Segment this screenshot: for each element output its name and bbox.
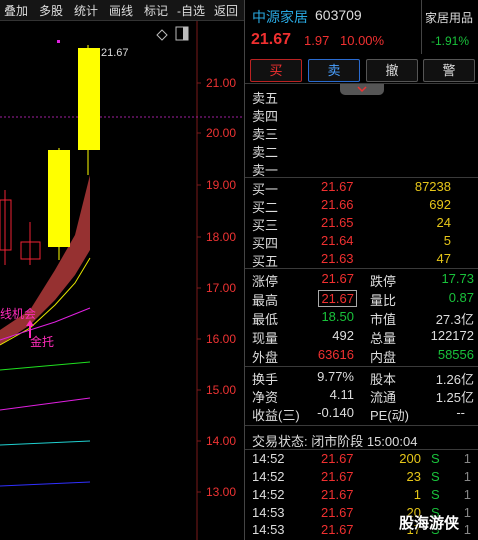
limit-down-value: 17.73	[441, 271, 474, 286]
ma60-line	[0, 440, 91, 446]
diamond-icon	[156, 29, 168, 41]
stats-row: 最低 18.50 市值 27.3亿	[252, 309, 474, 327]
ma120-line	[0, 481, 91, 487]
pe-value: --	[456, 405, 465, 420]
toolbar-multi-stock[interactable]: 多股	[39, 2, 63, 19]
bid-price: 21.67	[321, 179, 354, 194]
signal-label: 金托	[30, 335, 55, 349]
ask-row[interactable]: 卖二	[245, 142, 478, 160]
ask-row[interactable]: 卖四	[245, 106, 478, 124]
alert-button[interactable]: 警	[423, 59, 475, 82]
stats-row: 净资 4.11 流通 1.25亿	[252, 387, 474, 405]
price-tick: 16.00	[206, 332, 237, 346]
bid-volume: 692	[429, 197, 451, 212]
ma20-line	[0, 361, 91, 371]
share-capital-value: 1.26亿	[435, 372, 474, 387]
bid-volume: 24	[436, 215, 451, 230]
toolbar-draw-line[interactable]: 画线	[109, 2, 133, 19]
high-price-label: 21.67	[101, 47, 129, 59]
stats-row: 最高 21.67 量比 0.87	[252, 290, 474, 308]
price-tick: 13.00	[206, 485, 237, 499]
ma30-line	[0, 397, 91, 411]
last-price: 21.67	[251, 31, 292, 48]
tick-row: 14:52 21.67 23 S 1	[252, 469, 471, 484]
bid-price: 21.63	[321, 251, 354, 266]
low-value: 18.50	[321, 309, 354, 324]
toolbar-overlay[interactable]: 叠加	[4, 2, 28, 19]
total-volume-value: 122172	[430, 328, 474, 343]
buy-button[interactable]: 买	[250, 59, 302, 82]
stats-row: 现量 492 总量 122172	[252, 328, 474, 346]
bid-row[interactable]: 买二 21.66 692	[245, 197, 478, 215]
ask-row[interactable]: 卖五	[245, 88, 478, 106]
price-tick: 19.00	[206, 178, 237, 192]
sector-change: -1.91%	[431, 34, 470, 48]
turnover-value: 9.77%	[317, 369, 354, 384]
limit-up-value: 21.67	[321, 271, 354, 286]
price-tick: 20.00	[206, 126, 237, 140]
stock-name[interactable]: 中源家居	[252, 7, 308, 27]
inner-volume-value: 58556	[437, 347, 474, 362]
kline-chart[interactable]: 叠加 多股 统计 画线 标记 -自选 返回 21.00 20.00 19.00 …	[0, 0, 244, 540]
panel-toggle-icon	[175, 26, 189, 41]
eps-value: -0.140	[317, 405, 354, 420]
candle	[0, 190, 12, 265]
net-assets-value: 4.11	[329, 387, 354, 402]
quote-panel: 中源家居 603709 家居用品 -1.91% 21.67 1.97 10.00…	[244, 0, 478, 540]
toolbar-back[interactable]: 返回	[214, 2, 238, 19]
float-shares-value: 1.25亿	[435, 390, 474, 405]
bid-price: 21.65	[321, 215, 354, 230]
stats-row: 收益(三) -0.140 PE(动) --	[252, 405, 465, 423]
price-tick: 18.00	[206, 230, 237, 244]
ask-row[interactable]: 卖一	[245, 160, 478, 178]
signal-label: 线机会	[0, 307, 37, 321]
sector-name: 家居用品	[425, 11, 474, 25]
stats-row: 涨停 21.67 跌停 17.73	[252, 271, 474, 289]
bid-row[interactable]: 买四 21.64 5	[245, 233, 478, 251]
tick-row: 14:52 21.67 200 S 1	[252, 451, 471, 466]
price-change-pct: 10.00%	[340, 33, 385, 48]
price-tick: 14.00	[206, 434, 237, 448]
chart-toolbar: 叠加 多股 统计 画线 标记 -自选 返回	[0, 0, 244, 21]
market-cap-value: 27.3亿	[435, 312, 474, 327]
bid-price: 21.66	[321, 197, 354, 212]
trade-status: 交易状态: 闭市阶段 15:00:04	[252, 434, 418, 449]
toolbar-statistics[interactable]: 统计	[74, 2, 98, 19]
candle	[48, 148, 70, 260]
bid-row[interactable]: 买三 21.65 24	[245, 215, 478, 233]
sell-button[interactable]: 卖	[308, 59, 360, 82]
tick-row: 14:52 21.67 1 S 1	[252, 487, 471, 502]
price-tick: 15.00	[206, 383, 237, 397]
vol-ratio-value: 0.87	[448, 290, 474, 305]
toolbar-watchlist[interactable]: -自选	[177, 2, 205, 19]
outer-volume-value: 63616	[317, 347, 354, 362]
high-value: 21.67	[318, 290, 357, 307]
candle	[78, 45, 100, 175]
cancel-order-button[interactable]: 撤	[366, 59, 418, 82]
price-tick: 21.00	[206, 76, 237, 90]
stock-code: 603709	[315, 7, 362, 23]
bid-volume: 47	[436, 251, 451, 266]
candle	[20, 222, 41, 265]
sector-box[interactable]: 家居用品 -1.91%	[421, 0, 478, 54]
current-volume-value: 492	[332, 328, 354, 343]
bid-volume: 5	[443, 233, 451, 248]
price-tick: 17.00	[206, 281, 237, 295]
bid-volume: 87238	[414, 179, 451, 194]
ask-row[interactable]: 卖三	[245, 124, 478, 142]
bid-price: 21.64	[321, 233, 354, 248]
bid-row[interactable]: 买五 21.63 47	[245, 251, 478, 269]
bid-row[interactable]: 买一 21.67 87238	[245, 179, 478, 197]
stats-row: 换手 9.77% 股本 1.26亿	[252, 369, 474, 387]
watermark: 股海游侠	[399, 515, 460, 532]
stats-row: 外盘 63616 内盘 58556	[252, 347, 474, 365]
toolbar-mark[interactable]: 标记	[144, 2, 168, 19]
price-change: 1.97	[304, 33, 330, 48]
